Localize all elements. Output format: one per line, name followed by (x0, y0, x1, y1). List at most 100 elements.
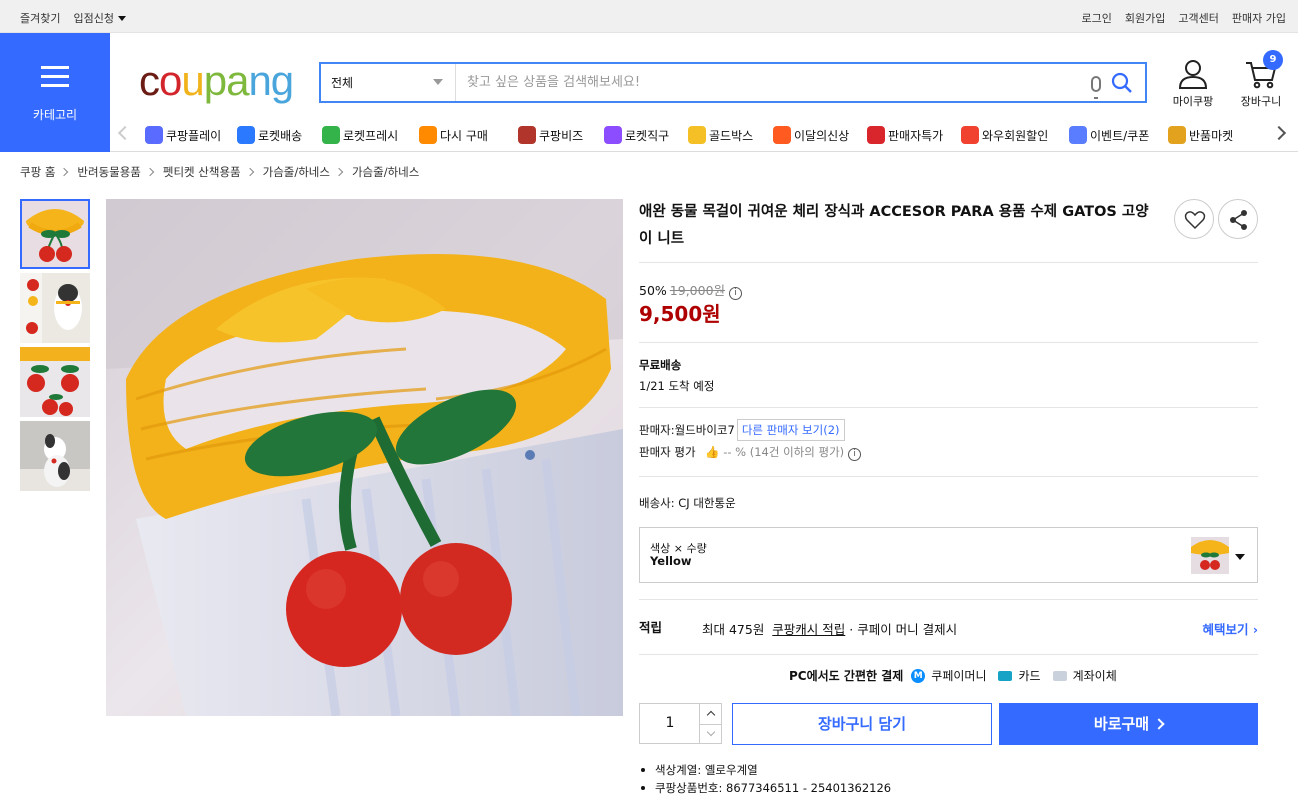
breadcrumb-item[interactable]: 가슴줄/하네스 (352, 164, 419, 180)
quantity-stepper: 1 (639, 703, 722, 744)
seller-rating-value: -- % (14건 이하의 평가) (723, 445, 845, 459)
buy-now-button[interactable]: 바로구매 (999, 703, 1258, 745)
main-product-image[interactable] (106, 199, 623, 716)
product-thumbnail[interactable] (20, 273, 90, 343)
chevron-up-icon (706, 710, 716, 720)
divider (639, 476, 1258, 477)
product-title: 애완 동물 목걸이 귀여운 체리 장식과 ACCESOR PARA 용품 수제 … (639, 204, 1149, 247)
menu-item[interactable]: 이벤트/쿠폰 (1069, 126, 1149, 144)
rocket-icon (237, 126, 255, 144)
login-link[interactable]: 로그인 (1082, 10, 1112, 26)
option-select[interactable]: 색상 × 수량 Yellow (639, 527, 1258, 583)
quantity-decrease-button[interactable] (699, 724, 721, 744)
market-icon (1168, 126, 1186, 144)
menu-item-label: 반품마켓 (1189, 128, 1234, 143)
product-thumbnail[interactable] (20, 347, 90, 417)
coupay-icon: M (911, 668, 926, 683)
globe-icon (604, 126, 622, 144)
category-button[interactable]: 카테고리 (0, 33, 110, 152)
menu-item[interactable]: 다시 구매 (419, 126, 488, 144)
menu-item[interactable]: 골드박스 (688, 126, 753, 144)
seller-rating-row: 판매자 평가 👍 -- % (14건 이하의 평가) i (639, 444, 862, 461)
reward-label: 적립 (639, 620, 663, 635)
heart-icon (1184, 211, 1206, 230)
menu-item[interactable]: 반품마켓 (1168, 126, 1233, 144)
buy-now-label: 바로구매 (1093, 715, 1150, 733)
chevron-right-icon: › (1252, 622, 1258, 637)
chevron-right-icon[interactable] (1271, 125, 1287, 141)
cart-button[interactable]: 9 장바구니 (1238, 50, 1284, 109)
breadcrumb: 쿠팡 홈 반려동물용품 펫티켓 산책용품 가슴줄/하네스 가슴줄/하네스 (20, 164, 419, 180)
microphone-icon[interactable] (1091, 76, 1101, 99)
coupon-icon (1069, 126, 1087, 144)
breadcrumb-item[interactable]: 반려동물용품 (77, 164, 140, 180)
coupang-cash-link[interactable]: 쿠팡캐시 적립 (772, 622, 845, 637)
store-apply-link[interactable]: 입점신청 (73, 10, 126, 26)
easy-payment-row: PC에서도 간편한 결제 M 쿠페이머니 카드 계좌이체 (789, 667, 1117, 684)
goldbox-icon (688, 126, 706, 144)
info-icon[interactable]: i (848, 448, 862, 461)
benefits-link[interactable]: 혜택보기 › (1202, 619, 1258, 638)
menu-item[interactable]: 로켓프레시 (322, 126, 398, 144)
detail-item: 쿠팡상품번호: 8677346511 - 25401362126 (639, 780, 891, 796)
basket-icon (419, 126, 437, 144)
search-icon[interactable] (1111, 72, 1133, 94)
share-icon (1230, 210, 1247, 230)
cart-count-badge: 9 (1263, 50, 1283, 70)
seller-name: 판매자:월드바이코7 (639, 423, 735, 437)
card-icon (998, 670, 1013, 681)
menu-item-label: 쿠팡비즈 (539, 128, 584, 143)
menu-item[interactable]: 이달의신상 (773, 126, 849, 144)
search-input[interactable] (457, 64, 1057, 101)
info-icon[interactable]: i (729, 287, 743, 300)
bank-icon (1052, 670, 1067, 681)
percent-icon (867, 126, 885, 144)
menu-item-label: 쿠팡플레이 (166, 128, 222, 143)
chevron-down-icon (706, 727, 716, 737)
chevron-right-icon (1153, 718, 1165, 730)
quantity-increase-button[interactable] (699, 704, 721, 724)
store-apply-label: 입점신청 (73, 12, 114, 25)
menu-item-label: 판매자특가 (888, 128, 944, 143)
chevron-right-icon (245, 167, 254, 177)
breadcrumb-item[interactable]: 쿠팡 홈 (20, 164, 55, 180)
product-thumbnail[interactable] (20, 421, 90, 491)
bookmark-link[interactable]: 즐겨찾기 (20, 10, 60, 26)
menu-item[interactable]: 로켓직구 (604, 126, 669, 144)
mycoupang-label: 마이쿠팡 (1172, 95, 1214, 108)
menu-item[interactable]: 판매자특가 (867, 126, 943, 144)
divider (639, 342, 1258, 343)
hamburger-icon (41, 66, 69, 88)
reward-text: 최대 475원 쿠팡캐시 적립 · 쿠페이 머니 결제시 (702, 619, 957, 638)
price-discount-row: 50% 19,000원 i (639, 280, 743, 300)
breadcrumb-item[interactable]: 가슴줄/하네스 (263, 164, 330, 180)
breadcrumb-item[interactable]: 펫티켓 산책용품 (163, 164, 241, 180)
menu-item-label: 로켓직구 (625, 128, 670, 143)
quantity-input[interactable]: 1 (640, 704, 700, 743)
menu-item[interactable]: 로켓배송 (237, 126, 302, 144)
other-sellers-button[interactable]: 다른 판매자 보기(2) (736, 419, 845, 441)
search-category-select[interactable]: 전체 (321, 64, 456, 101)
search-category-value: 전체 (331, 76, 354, 90)
signup-link[interactable]: 회원가입 (1125, 10, 1165, 26)
dropdown-arrow-icon (433, 79, 443, 85)
wishlist-button[interactable] (1174, 199, 1214, 239)
utility-bar: 즐겨찾기 입점신청 로그인 회원가입 고객센터 판매자 가입 (0, 0, 1298, 33)
share-button[interactable] (1218, 199, 1258, 239)
product-thumbnail[interactable] (20, 199, 90, 269)
rocket-fresh-icon (322, 126, 340, 144)
pay-option-card: 카드 (1018, 669, 1041, 683)
menu-item[interactable]: 와우회원할인 (961, 126, 1048, 144)
chevron-left-icon[interactable] (117, 125, 133, 141)
dropdown-arrow-icon (1235, 554, 1245, 560)
customer-center-link[interactable]: 고객센터 (1178, 10, 1218, 26)
add-to-cart-button[interactable]: 장바구니 담기 (732, 703, 992, 745)
menu-item[interactable]: 쿠팡비즈 (518, 126, 583, 144)
menu-item-label: 골드박스 (709, 128, 754, 143)
reward-condition: · 쿠페이 머니 결제시 (849, 622, 958, 637)
mycoupang-button[interactable]: 마이쿠팡 (1172, 58, 1214, 109)
coupang-logo[interactable]: coupang (139, 56, 294, 106)
menu-item[interactable]: 쿠팡플레이 (145, 126, 221, 144)
pay-option-bank: 계좌이체 (1072, 669, 1117, 683)
seller-signup-link[interactable]: 판매자 가입 (1232, 10, 1286, 26)
